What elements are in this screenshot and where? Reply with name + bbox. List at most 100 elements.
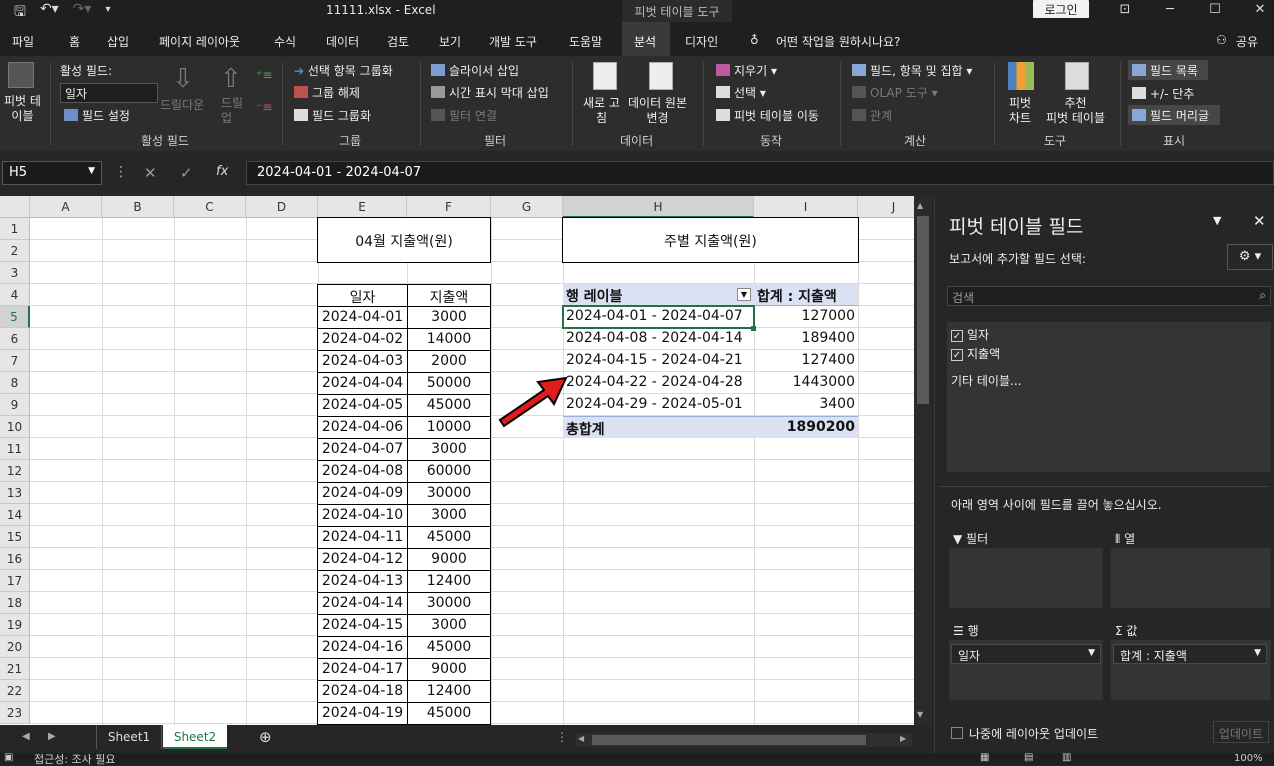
clear-button[interactable]: 지우기 ▾ [716, 62, 777, 79]
expand-field-icon[interactable]: ⁺≡ [256, 68, 272, 82]
ribbon-display-icon[interactable]: ⊡ [1110, 0, 1140, 22]
horizontal-scrollbar[interactable]: ◀ ▶ [576, 733, 912, 747]
table-cell-amount[interactable]: 50000 [407, 372, 491, 395]
filter-drop-zone[interactable] [949, 548, 1103, 608]
normal-view-icon[interactable]: ▦ [980, 753, 989, 763]
checkbox-checked-icon[interactable]: ✓ [951, 349, 963, 361]
table-cell-amount[interactable]: 45000 [407, 526, 491, 549]
filter-dropdown-icon[interactable]: ▼ [737, 288, 751, 301]
collapse-field-icon[interactable]: ⁻≡ [256, 100, 272, 114]
columns-drop-zone[interactable] [1111, 548, 1271, 608]
row-header[interactable]: 13 [0, 482, 30, 504]
chevron-down-icon[interactable]: ▼ [1254, 648, 1261, 658]
table-cell-amount[interactable]: 12400 [407, 570, 491, 593]
table-cell-amount[interactable]: 2000 [407, 350, 491, 373]
row-header[interactable]: 7 [0, 350, 30, 372]
row-header[interactable]: 10 [0, 416, 30, 438]
table-cell-date[interactable]: 2024-04-19 [317, 702, 408, 725]
pivot-chart-button[interactable]: 피벗 차트 [1009, 96, 1031, 126]
tab-data[interactable]: 데이터 [326, 33, 359, 50]
table-cell-amount[interactable]: 60000 [407, 460, 491, 483]
page-layout-view-icon[interactable]: ▤ [1024, 753, 1033, 763]
table-cell-date[interactable]: 2024-04-11 [317, 526, 408, 549]
group-selection-button[interactable]: ➔ 선택 항목 그룹화 [294, 62, 393, 79]
values-field-chip[interactable]: 합계 : 지출액 ▼ [1113, 644, 1267, 664]
page-break-view-icon[interactable]: ▥ [1062, 753, 1071, 763]
tab-view[interactable]: 보기 [439, 33, 461, 50]
tab-help[interactable]: 도움말 [569, 33, 602, 50]
column-header[interactable]: B [102, 196, 174, 218]
table-cell-amount[interactable]: 10000 [407, 416, 491, 439]
row-header[interactable]: 21 [0, 658, 30, 680]
column-header[interactable]: J [858, 196, 914, 218]
share-button[interactable]: 공유 [1236, 33, 1258, 50]
cancel-icon[interactable]: ✕ [144, 164, 157, 182]
next-sheet-icon[interactable]: ▶ [48, 731, 56, 742]
field-list-button[interactable]: 필드 목록 [1128, 60, 1208, 80]
confirm-icon[interactable]: ✓ [180, 164, 193, 182]
refresh-button[interactable]: 새로 고 침 [583, 96, 620, 126]
table-cell-date[interactable]: 2024-04-02 [317, 328, 408, 351]
pivot-total-label[interactable]: 총합계 [563, 416, 754, 438]
table-cell-amount[interactable]: 9000 [407, 658, 491, 681]
column-header[interactable]: G [491, 196, 563, 218]
pivot-row-label-header[interactable]: 행 레이블 ▼ [563, 284, 754, 306]
pivot-row-value[interactable]: 127400 [754, 350, 858, 372]
tab-page-layout[interactable]: 페이지 레이아웃 [159, 33, 240, 50]
field-headers-button[interactable]: 필드 머리글 [1128, 105, 1220, 125]
scroll-left-icon[interactable]: ◀ [578, 734, 584, 743]
move-pivot-button[interactable]: 피벗 테이블 이동 [716, 107, 819, 124]
scroll-up-icon[interactable]: ▲ [917, 201, 923, 210]
tab-review[interactable]: 검토 [387, 33, 409, 50]
pivot-total-value[interactable]: 1890200 [754, 416, 858, 438]
checkbox-checked-icon[interactable]: ✓ [951, 330, 963, 342]
tab-splitter-icon[interactable]: ⋮ [556, 730, 568, 744]
zoom-level[interactable]: 100% [1234, 754, 1263, 764]
tell-me-search[interactable]: 어떤 작업을 원하시나요? [776, 33, 900, 50]
pivot-sum-header[interactable]: 합계 : 지출액 [754, 284, 858, 306]
tab-analyze[interactable]: 분석 [634, 33, 656, 50]
table-cell-amount[interactable]: 45000 [407, 394, 491, 417]
title-weekly-expense[interactable]: 주별 지출액(원) [562, 217, 859, 263]
drill-down-button[interactable]: 드릴다운 [160, 96, 204, 113]
table-cell-amount[interactable]: 45000 [407, 702, 491, 725]
recommended-pivot-button[interactable]: 추천 피벗 테이블 [1046, 96, 1105, 126]
defer-update-checkbox[interactable]: 나중에 레이아웃 업데이트 [951, 725, 1098, 742]
column-header[interactable]: C [174, 196, 246, 218]
chevron-down-icon[interactable]: ▼ [1088, 648, 1095, 658]
table-header-date[interactable]: 일자 [317, 284, 408, 307]
pivot-table-options-button[interactable]: 피벗 테 이블 [4, 94, 41, 124]
update-button[interactable]: 업데이트 [1213, 721, 1269, 743]
row-header[interactable]: 5 [0, 306, 30, 328]
row-header[interactable]: 15 [0, 526, 30, 548]
pane-options-icon[interactable]: ▼ [1213, 214, 1221, 227]
accessibility-status[interactable]: 접근성: 조사 필요 [34, 754, 116, 765]
column-header-selected[interactable]: H [563, 196, 754, 218]
prev-sheet-icon[interactable]: ◀ [22, 731, 30, 742]
title-monthly-expense[interactable]: 04월 지출액(원) [317, 217, 491, 263]
select-button[interactable]: 선택 ▾ [716, 84, 766, 101]
vertical-scrollbar[interactable]: ▲ ▼ [914, 196, 932, 725]
relationships-button[interactable]: 관계 [852, 107, 892, 124]
more-tables-link[interactable]: 기타 테이블... [951, 372, 1021, 389]
table-cell-date[interactable]: 2024-04-15 [317, 614, 408, 637]
drill-up-button[interactable]: 드릴 업 [221, 96, 243, 126]
table-header-amount[interactable]: 지출액 [407, 284, 491, 307]
row-header[interactable]: 9 [0, 394, 30, 416]
column-header[interactable]: E [318, 196, 407, 218]
select-all-corner[interactable] [0, 196, 30, 218]
pivot-row-label[interactable]: 2024-04-15 - 2024-04-21 [563, 350, 754, 372]
table-cell-amount[interactable]: 3000 [407, 614, 491, 637]
column-header[interactable]: F [407, 196, 491, 218]
table-cell-date[interactable]: 2024-04-09 [317, 482, 408, 505]
table-cell-amount[interactable]: 12400 [407, 680, 491, 703]
pivot-row-value[interactable]: 127000 [754, 306, 858, 328]
ungroup-button[interactable]: 그룹 해제 [294, 84, 360, 101]
hscroll-thumb[interactable] [592, 735, 866, 745]
table-cell-date[interactable]: 2024-04-14 [317, 592, 408, 615]
tab-file[interactable]: 파일 [12, 33, 34, 50]
row-header[interactable]: 22 [0, 680, 30, 702]
fields-items-sets-button[interactable]: 필드, 항목 및 집합 ▾ [852, 62, 972, 79]
table-cell-amount[interactable]: 30000 [407, 482, 491, 505]
table-cell-date[interactable]: 2024-04-07 [317, 438, 408, 461]
